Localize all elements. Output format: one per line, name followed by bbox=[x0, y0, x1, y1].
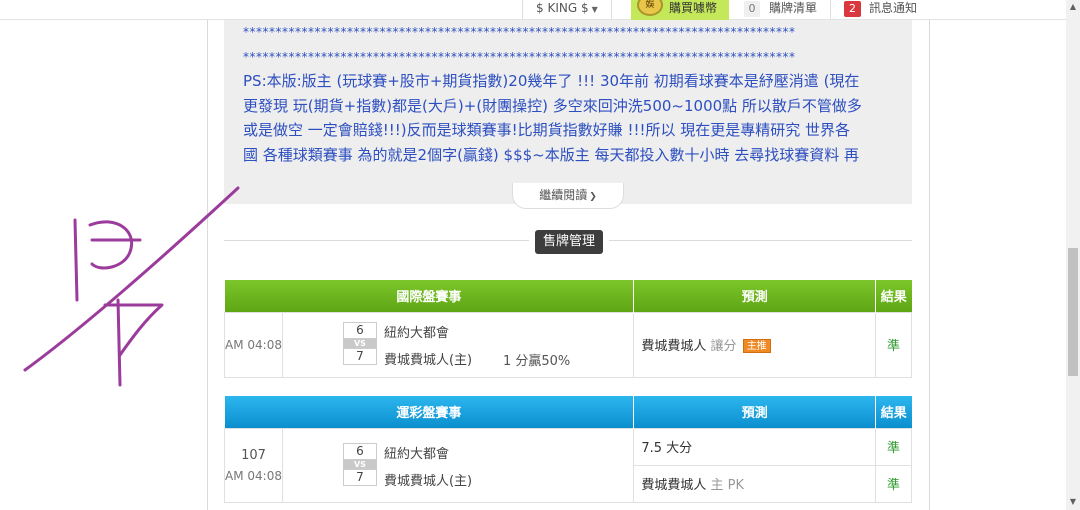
header-result: 結果 bbox=[875, 396, 912, 428]
featured-tag: 主推 bbox=[742, 339, 771, 353]
user-name: $ KING $ bbox=[536, 1, 589, 15]
vertical-scrollbar[interactable]: ▲ ▼ bbox=[1066, 0, 1080, 510]
header-prediction: 預測 bbox=[633, 396, 877, 428]
matchup: 6 VS 7 紐約大都會 費城費城人(主) 1 分贏50% bbox=[281, 311, 635, 378]
scroll-down-arrow-icon[interactable]: ▼ bbox=[1066, 495, 1080, 509]
table-row: AM 04:08 6 VS 7 紐約大都會 費城費城人(主) 1 分贏50% 費… bbox=[224, 311, 912, 378]
game-number: 107 bbox=[241, 447, 266, 463]
home-team: 費城費城人(主) bbox=[383, 473, 473, 489]
result-cell: 準 bbox=[875, 311, 912, 378]
scroll-thumb[interactable] bbox=[1068, 248, 1078, 376]
result-cell: 準 bbox=[875, 427, 912, 466]
handwritten-annotation bbox=[23, 186, 240, 387]
caret-down-icon: ▼ bbox=[591, 5, 598, 14]
read-more-label: 繼續閱讀 bbox=[539, 188, 588, 202]
prediction-main: 費城費城人 bbox=[641, 478, 707, 493]
vs-label: VS bbox=[342, 459, 377, 469]
nav-divider bbox=[611, 0, 612, 20]
header-event: 國際盤賽事 bbox=[224, 280, 635, 312]
notifications-link[interactable]: 訊息通知 bbox=[869, 0, 917, 20]
stars-divider: ****************************************… bbox=[243, 25, 796, 39]
top-nav-bar: $ KING $ ▼ 娛 購買噱幣 0 購牌清單 2 訊息通知 bbox=[0, 0, 1066, 20]
home-team: 費城費城人(主) bbox=[383, 352, 473, 368]
buy-coin-label: 購買噱幣 bbox=[669, 1, 718, 15]
annotation-stroke bbox=[103, 303, 164, 357]
handicap-line: 1 分贏50% bbox=[502, 353, 571, 369]
sports-lottery-table: 運彩盤賽事 預測 結果 107 AM 04:08 6 VS 7 紐約大都會 費城… bbox=[224, 396, 912, 503]
nav-divider bbox=[830, 0, 831, 20]
away-team: 紐約大都會 bbox=[383, 446, 449, 462]
table-row: 107 AM 04:08 6 VS 7 紐約大都會 費城費城人(主) 7.5 大… bbox=[224, 427, 912, 503]
annotation-stroke bbox=[116, 298, 122, 387]
header-result: 結果 bbox=[875, 280, 912, 312]
sell-management-title[interactable]: 售牌管理 bbox=[535, 230, 603, 254]
cart-count-badge: 0 bbox=[744, 1, 760, 17]
user-menu[interactable]: $ KING $ ▼ bbox=[536, 0, 598, 20]
chevron-down-icon: ❯ bbox=[589, 192, 597, 202]
intro-line: 國 各種球類賽事 為的就是2個字(贏錢) $$$~本版主 每天都投入數十小時 去… bbox=[243, 145, 860, 164]
read-more-button[interactable]: 繼續閱讀 ❯ bbox=[512, 183, 624, 209]
international-odds-table: 國際盤賽事 預測 結果 AM 04:08 6 VS 7 紐約大都會 費城費城人(… bbox=[224, 280, 912, 378]
prediction-team: 費城費城人 bbox=[641, 339, 707, 354]
nav-divider bbox=[522, 0, 523, 20]
vs-label: VS bbox=[342, 338, 377, 348]
prediction-main: 7.5 大分 bbox=[641, 441, 693, 456]
intro-line: 或是做空 一定會賠錢!!!)反而是球類賽事!比期貨指數好賺 !!!所以 現在更是… bbox=[243, 121, 851, 139]
notification-count-badge: 2 bbox=[844, 1, 861, 17]
home-score: 7 bbox=[342, 468, 377, 486]
prediction-type: 主 PK bbox=[710, 478, 745, 493]
prediction-cell: 7.5 大分 bbox=[633, 427, 877, 466]
game-time-cell: 107 AM 04:08 bbox=[224, 427, 283, 503]
header-event: 運彩盤賽事 bbox=[224, 396, 635, 428]
prediction-cell: 費城費城人 主 PK bbox=[633, 464, 877, 503]
intro-line: 更發現 玩(期貨+指數)都是(大戶)+(財團操控) 多空來回沖洗500~1000… bbox=[243, 96, 862, 115]
content-right-border bbox=[929, 20, 930, 510]
game-time: AM 04:08 bbox=[225, 468, 282, 483]
divider-line bbox=[609, 240, 912, 241]
away-score: 6 bbox=[342, 442, 377, 460]
intro-box: ****************************************… bbox=[224, 20, 912, 204]
annotation-stroke bbox=[88, 220, 134, 270]
coin-icon: 娛 bbox=[637, 0, 663, 16]
cart-link[interactable]: 購牌清單 bbox=[769, 0, 817, 20]
annotation-stroke bbox=[23, 186, 240, 372]
prediction-cell: 費城費城人 讓分 主推 bbox=[633, 311, 877, 378]
result-cell: 準 bbox=[875, 464, 912, 503]
divider-line bbox=[224, 240, 529, 241]
header-prediction: 預測 bbox=[633, 280, 877, 312]
matchup: 6 VS 7 紐約大都會 費城費城人(主) bbox=[281, 427, 635, 503]
intro-line: PS:本版:版主 (玩球賽+股市+期貨指數)20幾年了 !!! 30年前 初期看… bbox=[243, 72, 860, 90]
home-score: 7 bbox=[342, 347, 377, 365]
prediction-type: 讓分 bbox=[710, 339, 737, 354]
stars-divider: ****************************************… bbox=[243, 49, 796, 64]
scroll-up-arrow-icon[interactable]: ▲ bbox=[1066, 0, 1080, 14]
intro-text: ****************************************… bbox=[243, 20, 903, 167]
buy-coin-button[interactable]: 娛 購買噱幣 bbox=[631, 0, 729, 20]
annotation-stroke bbox=[73, 218, 79, 302]
away-score: 6 bbox=[342, 321, 377, 339]
away-team: 紐約大都會 bbox=[383, 325, 449, 341]
